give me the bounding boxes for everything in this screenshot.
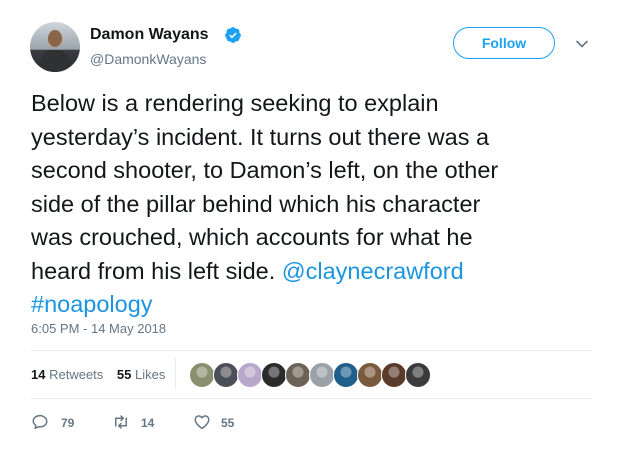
liker-avatar[interactable] bbox=[285, 362, 311, 388]
avatar-body bbox=[42, 50, 68, 72]
liker-avatar[interactable] bbox=[189, 362, 215, 388]
author-name[interactable]: Damon Wayans bbox=[90, 25, 209, 45]
tweet-text-line: side of the pillar behind which his char… bbox=[31, 190, 481, 217]
heart-icon bbox=[194, 415, 210, 430]
like-count: 55 bbox=[221, 416, 235, 430]
liker-avatar[interactable] bbox=[333, 362, 359, 388]
divider bbox=[31, 350, 591, 351]
liker-avatar[interactable] bbox=[309, 362, 335, 388]
likes-count[interactable]: 55 bbox=[117, 367, 131, 382]
retweets-count[interactable]: 14 bbox=[31, 367, 45, 382]
reply-count: 79 bbox=[61, 416, 75, 430]
tweet-text-line: second shooter, to Damon’s left, on the … bbox=[31, 157, 499, 183]
hashtag-link[interactable]: #noapology bbox=[31, 291, 153, 317]
avatar-head bbox=[48, 30, 62, 47]
tweet-card: Damon Wayans @DamonkWayans Follow Below … bbox=[0, 0, 621, 453]
liker-avatar[interactable] bbox=[237, 362, 263, 388]
liker-avatar[interactable] bbox=[381, 362, 407, 388]
follow-button[interactable]: Follow bbox=[453, 27, 555, 59]
engagement-stats: 14 Retweets 55 Likes bbox=[31, 367, 165, 382]
tweet-timestamp[interactable]: 6:05 PM - 14 May 2018 bbox=[31, 321, 166, 336]
avatar[interactable] bbox=[30, 22, 80, 72]
tweet-text-line: was crouched, which accounts for what he bbox=[31, 224, 473, 250]
tweet-text-line: yesterday’s incident. It turns out there… bbox=[31, 123, 490, 150]
likes-label[interactable]: Likes bbox=[135, 367, 165, 382]
tweet-text: Below is a rendering seeking to explain … bbox=[31, 87, 601, 322]
verified-badge-icon bbox=[225, 27, 241, 43]
tweet-text-line: heard from his left side. bbox=[31, 257, 282, 284]
liker-avatar[interactable] bbox=[213, 362, 239, 388]
stats-separator bbox=[175, 357, 176, 389]
liker-avatar[interactable] bbox=[405, 362, 431, 388]
reply-icon bbox=[32, 414, 48, 430]
author-handle[interactable]: @DamonkWayans bbox=[90, 50, 206, 68]
tweet-text-line: Below is a rendering seeking to explain bbox=[31, 90, 439, 116]
retweets-label[interactable]: Retweets bbox=[49, 367, 103, 382]
liker-avatar[interactable] bbox=[357, 362, 383, 388]
divider bbox=[31, 398, 591, 399]
mention-link[interactable]: @claynecrawford bbox=[282, 258, 464, 284]
retweet-icon bbox=[115, 415, 127, 429]
chevron-down-icon[interactable] bbox=[574, 36, 590, 52]
liker-avatar[interactable] bbox=[261, 362, 287, 388]
retweet-count: 14 bbox=[141, 416, 155, 430]
